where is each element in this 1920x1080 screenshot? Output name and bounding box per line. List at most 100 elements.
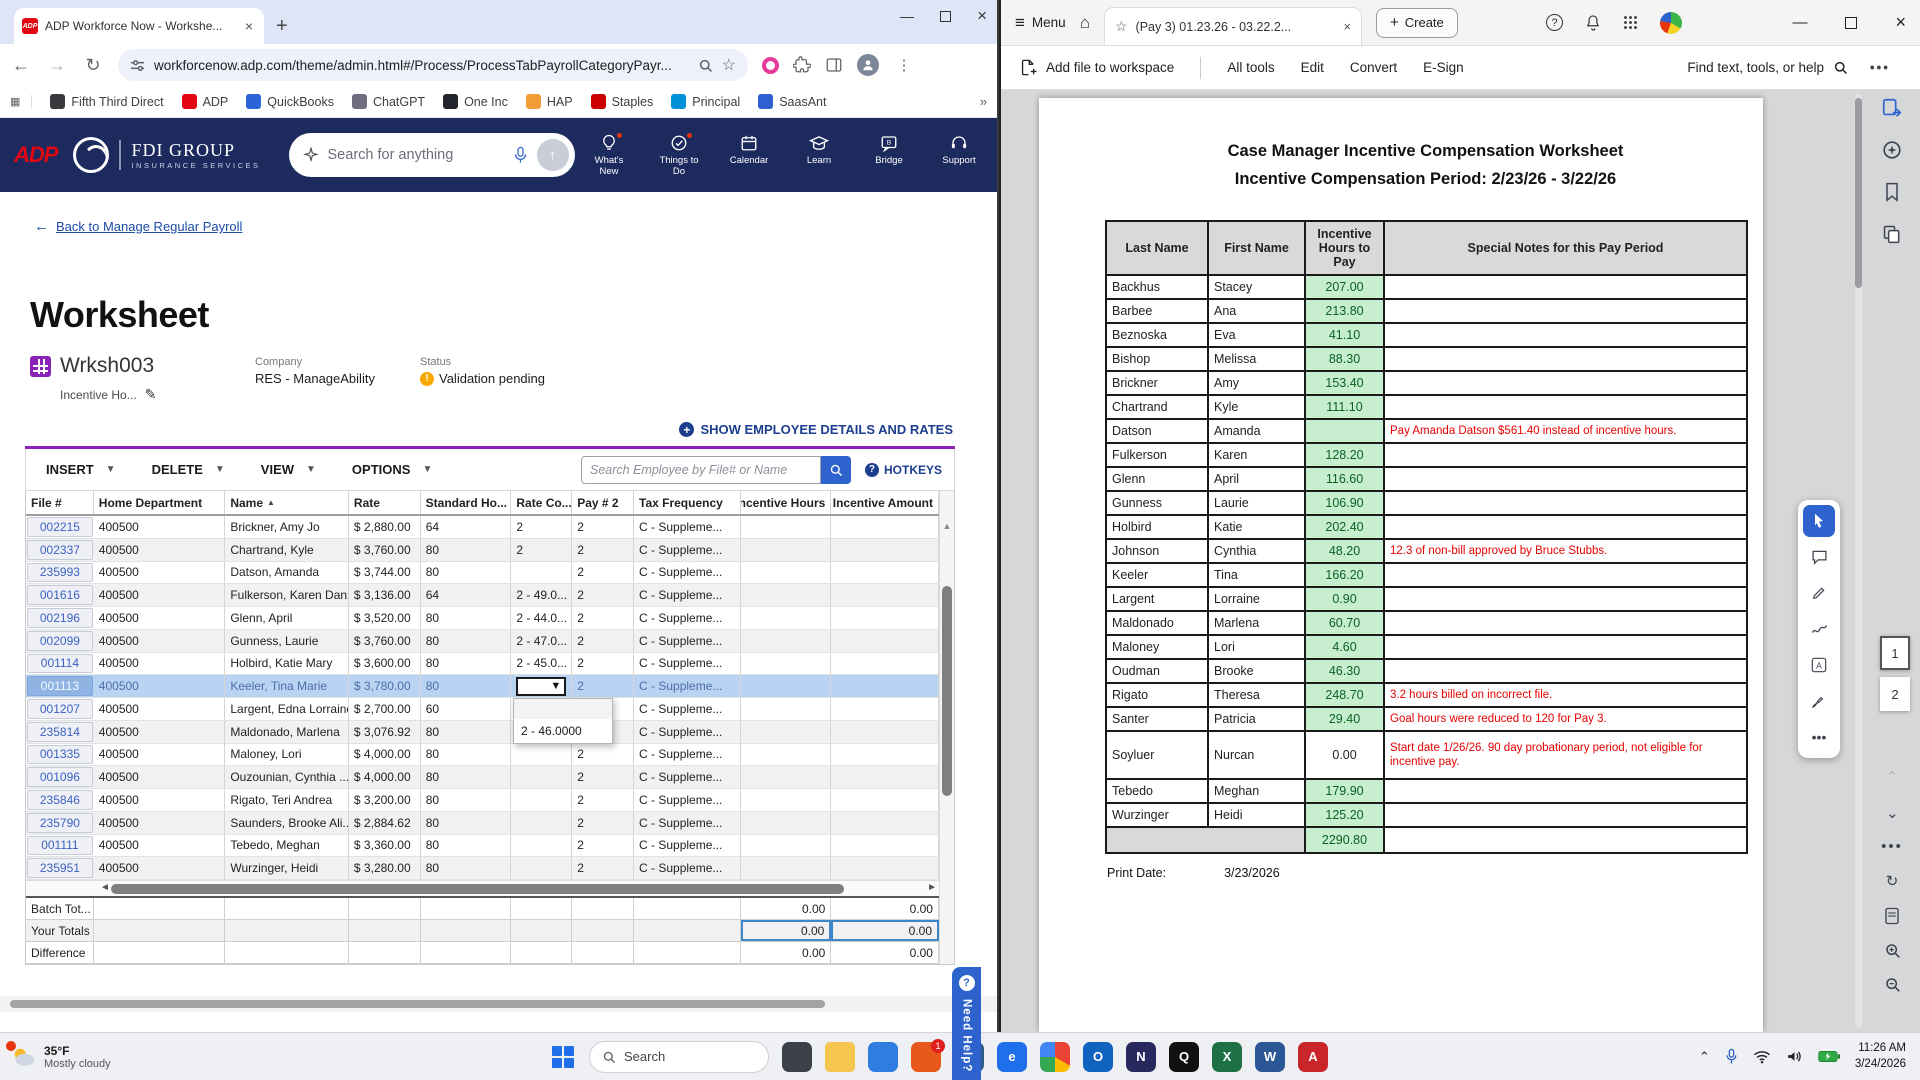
dropdown-option-blank[interactable] — [514, 699, 612, 719]
page-2-thumbnail[interactable]: 2 — [1880, 677, 1910, 711]
column-header[interactable]: Name ▲ — [225, 491, 349, 514]
create-button[interactable]: + Create — [1375, 7, 1458, 38]
nav-item-learn[interactable]: Learn — [795, 134, 843, 177]
acrobat-help-icon[interactable]: ? — [1546, 14, 1563, 31]
page-scroll-thumb[interactable] — [10, 1000, 825, 1008]
tray-chevron-icon[interactable]: ⌃ — [1699, 1049, 1710, 1065]
rate-code-dropdown-popup[interactable]: 2 - 46.0000 — [513, 698, 613, 744]
bookmark-item[interactable]: Principal — [671, 94, 740, 109]
excel[interactable]: X — [1212, 1041, 1242, 1072]
document-tab-close-icon[interactable]: × — [1344, 20, 1351, 34]
previous-page-icon[interactable]: ⌃ — [1886, 768, 1899, 786]
table-row[interactable]: 235814 400500 Maldonado, Marlena $ 3,076.92… — [26, 720, 939, 744]
taskbar-clock[interactable]: 11:26 AM 3/24/2026 — [1855, 1041, 1906, 1072]
totals-amount-value[interactable]: 0.00 — [831, 920, 939, 941]
file-number-cell[interactable]: 002215 — [27, 517, 93, 537]
ai-assistant-icon[interactable] — [1880, 138, 1904, 162]
url-bar[interactable]: workforcenow.adp.com/theme/admin.html#/P… — [118, 49, 748, 81]
table-row[interactable]: 002337 400500 Chartrand, Kyle $ 3,760.00 80 2… — [26, 538, 939, 562]
comment-tool-button[interactable] — [1803, 541, 1835, 573]
mic-icon[interactable] — [513, 146, 528, 164]
table-row[interactable]: 002215 400500 Brickner, Amy Jo $ 2,880.00 64… — [26, 516, 939, 539]
table-row[interactable]: 235993 400500 Datson, Amanda $ 3,744.00 80 2 C… — [26, 561, 939, 585]
incentive-amount-cell[interactable] — [831, 538, 939, 561]
outlook[interactable]: O — [1083, 1041, 1113, 1072]
bookmark-star-icon[interactable]: ☆ — [722, 55, 736, 75]
draw-tool-button[interactable] — [1803, 613, 1835, 645]
incentive-amount-cell[interactable] — [831, 584, 939, 606]
export-pdf-icon[interactable] — [1880, 96, 1904, 120]
acrobat-minimize-button[interactable]: — — [1792, 14, 1807, 31]
bookmark-item[interactable]: ChatGPT — [351, 94, 425, 109]
acrobat-close-button[interactable]: × — [1895, 12, 1906, 33]
table-row[interactable]: 001113 400500 Keeler, Tina Marie $ 3,780.00… — [26, 675, 939, 698]
incentive-amount-cell[interactable] — [831, 607, 939, 629]
delete-button[interactable]: DELETE ▼ — [134, 449, 243, 490]
table-row[interactable]: 001096 400500 Ouzounian, Cynthia ... $ 4,00… — [26, 766, 939, 789]
adp-search-bar[interactable]: Search for anything ↑ — [288, 133, 575, 177]
chrome-browser[interactable] — [1040, 1041, 1070, 1072]
refresh-icon[interactable]: ↻ — [1886, 872, 1899, 890]
file-number-cell[interactable]: 001113 — [27, 676, 93, 696]
new-tab-button[interactable]: + — [276, 15, 288, 38]
acrobat-menu-button[interactable]: ≡ Menu — [1015, 13, 1066, 33]
edit-menu[interactable]: Edit — [1301, 60, 1324, 75]
column-header[interactable]: Tax Frequency — [634, 491, 741, 514]
table-row[interactable]: 001207 400500 Largent, Edna Lorraine $ 2,70… — [26, 698, 939, 721]
file-number-cell[interactable]: 001207 — [27, 699, 93, 719]
incentive-amount-cell[interactable] — [831, 720, 939, 743]
edit-pencil-icon[interactable]: ✎ — [145, 386, 157, 403]
zoom-icon[interactable] — [698, 58, 713, 73]
file-explorer[interactable] — [825, 1041, 855, 1072]
bookmark-item[interactable]: ADP — [181, 94, 228, 109]
incentive-hours-cell[interactable] — [741, 629, 832, 652]
page-horizontal-scrollbar[interactable] — [0, 996, 997, 1012]
insert-button[interactable]: INSERT ▼ — [28, 449, 134, 490]
back-to-payroll-link[interactable]: ← Back to Manage Regular Payroll — [34, 218, 242, 235]
employee-search-input[interactable]: Search Employee by File# or Name — [580, 455, 821, 484]
favorite-star-icon[interactable]: ☆ — [1115, 18, 1128, 35]
file-number-cell[interactable]: 235951 — [27, 858, 93, 878]
nav-item-calendar[interactable]: Calendar — [725, 134, 773, 177]
table-row[interactable]: 235846 400500 Rigato, Teri Andrea $ 3,200.0… — [26, 789, 939, 812]
file-number-cell[interactable]: 235846 — [27, 790, 93, 810]
app-grid-icon[interactable] — [1623, 15, 1638, 30]
bookmark-item[interactable]: HAP — [525, 94, 573, 109]
incentive-amount-cell[interactable] — [831, 811, 939, 834]
nav-item-what-s-new[interactable]: What's New — [585, 131, 633, 177]
scroll-left-icon[interactable]: ◄ — [100, 882, 110, 893]
column-header[interactable]: Home Department — [94, 491, 226, 514]
bookmark-item[interactable]: Staples — [590, 94, 653, 109]
reload-icon[interactable]: ↻ — [82, 55, 104, 76]
incentive-hours-cell[interactable] — [741, 516, 832, 538]
file-number-cell[interactable]: 001096 — [27, 767, 93, 787]
file-number-cell[interactable]: 235790 — [27, 812, 93, 833]
file-number-cell[interactable]: 002196 — [27, 608, 93, 628]
incentive-amount-cell[interactable] — [831, 834, 939, 857]
column-header[interactable]: Standard Ho... — [421, 491, 512, 514]
home-icon[interactable]: ⌂ — [1080, 13, 1090, 33]
tray-mic-icon[interactable] — [1725, 1048, 1738, 1065]
browser-minimize-button[interactable]: — — [900, 8, 914, 24]
incentive-amount-cell[interactable] — [831, 743, 939, 766]
incentive-hours-cell[interactable] — [741, 720, 832, 743]
table-row[interactable]: 001616 400500 Fulkerson, Karen Danz $ 3,136… — [26, 584, 939, 607]
browser-maximize-button[interactable] — [940, 10, 952, 22]
rate-code-dropdown[interactable]: ▼ — [516, 676, 567, 696]
incentive-hours-cell[interactable] — [741, 743, 832, 766]
column-header[interactable]: Pay # 2 — [572, 491, 634, 514]
incentive-amount-cell[interactable] — [831, 789, 939, 811]
incentive-amount-cell[interactable] — [831, 675, 939, 697]
acrobat-avatar[interactable] — [1660, 11, 1682, 34]
need-help-tab[interactable]: ? Need Help? — [952, 967, 981, 1080]
incentive-amount-cell[interactable] — [831, 857, 939, 879]
file-number-cell[interactable]: 235993 — [27, 562, 93, 583]
forward-icon[interactable]: → — [46, 55, 68, 76]
select-tool-button[interactable] — [1803, 505, 1835, 537]
incentive-hours-cell[interactable] — [741, 538, 832, 561]
incentive-hours-cell[interactable] — [741, 675, 832, 697]
app-blue-round[interactable] — [868, 1041, 898, 1072]
grid-horizontal-scrollbar[interactable]: ◄ ► — [26, 880, 939, 896]
table-row[interactable]: 002099 400500 Gunness, Laurie $ 3,760.00 80 2… — [26, 629, 939, 653]
bookmark-item[interactable]: QuickBooks — [246, 94, 334, 109]
